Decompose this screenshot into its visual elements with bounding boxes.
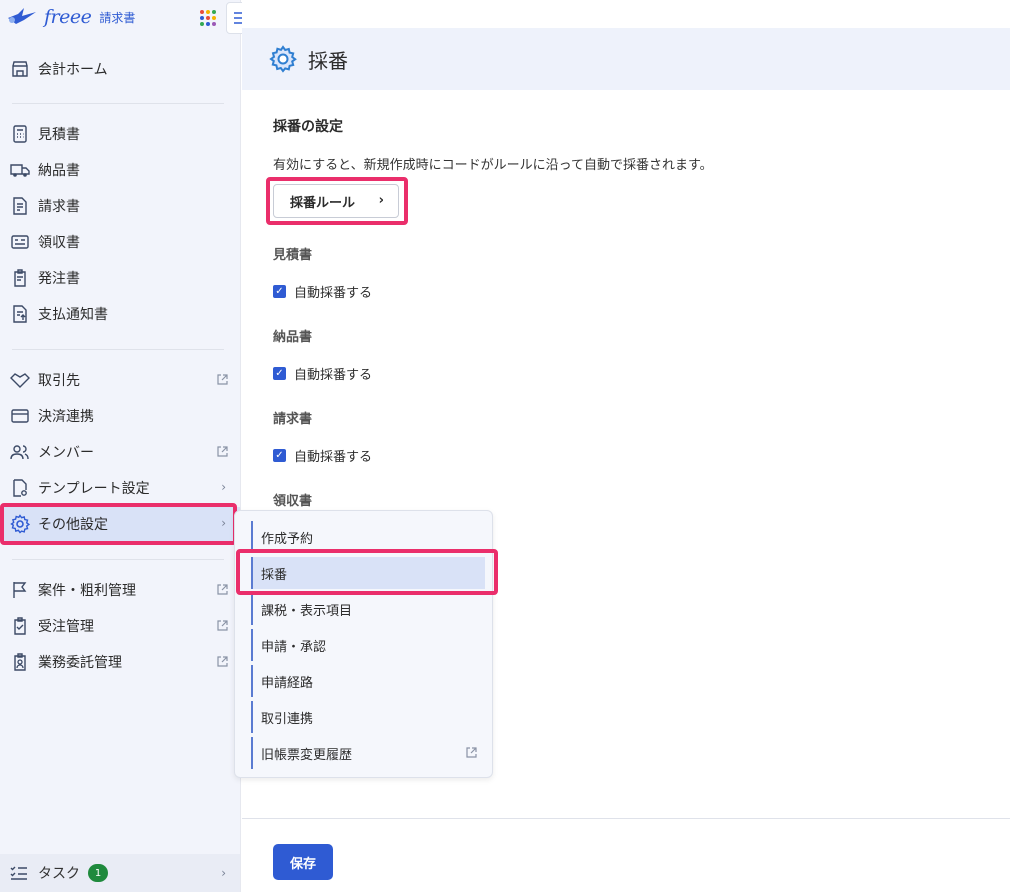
delivery-auto-number-checkbox[interactable]: ✓ 自動採番する: [273, 364, 372, 383]
sidebar-item-delivery[interactable]: 納品書: [0, 153, 240, 187]
divider: [12, 559, 224, 560]
highlight-box: [266, 177, 408, 225]
users-icon: [10, 442, 30, 462]
freee-bird-icon: [8, 8, 36, 24]
page-header: 採番: [242, 28, 1010, 90]
submenu-item-legacy-history[interactable]: 旧帳票変更履歴: [251, 737, 485, 769]
clipboard-check-icon: [10, 616, 30, 636]
submenu-item-label: 申請経路: [261, 675, 314, 691]
external-link-icon: [217, 620, 228, 631]
sidebar-item-receipt[interactable]: 領収書: [0, 225, 240, 259]
task-label: タスク: [38, 866, 80, 882]
product-name: 請求書: [99, 10, 136, 25]
sidebar-item-invoice[interactable]: 請求書: [0, 189, 240, 223]
checkbox-label: 自動採番する: [294, 450, 373, 465]
sidebar-item-payment-notice[interactable]: 支払通知書: [0, 297, 240, 331]
sidebar-item-order[interactable]: 発注書: [0, 261, 240, 295]
submenu-item-label: 課税・表示項目: [261, 603, 353, 619]
clipboard-user-icon: [10, 652, 30, 672]
document-gear-icon: [10, 478, 30, 498]
external-link-icon: [217, 584, 228, 595]
store-icon: [10, 59, 30, 79]
highlight-box: [236, 549, 498, 595]
brand-name: freee: [44, 6, 92, 28]
task-count-badge: 1: [88, 864, 108, 882]
external-link-icon: [217, 446, 228, 457]
save-button[interactable]: 保存: [273, 844, 333, 880]
sidebar-item-label: 取引先: [38, 373, 80, 389]
sidebar-item-label: 支払通知書: [38, 307, 108, 323]
page-title: 採番: [308, 48, 348, 73]
submenu-item-transaction-integration[interactable]: 取引連携: [251, 701, 485, 733]
sidebar-item-label: テンプレート設定: [38, 481, 150, 497]
sidebar-item-label: 領収書: [38, 235, 80, 251]
sidebar-item-template-settings[interactable]: テンプレート設定 ›: [0, 471, 240, 505]
chevron-right-icon: ›: [221, 480, 226, 494]
flag-icon: [10, 580, 30, 600]
sidebar-item-label: 請求書: [38, 199, 80, 215]
chevron-right-icon: ›: [221, 866, 226, 880]
sidebar-item-home[interactable]: 会計ホーム: [0, 52, 240, 86]
top-bar: [242, 0, 1010, 28]
task-list-icon: [10, 865, 30, 881]
sidebar-item-label: 発注書: [38, 271, 80, 287]
sidebar-item-label: 会計ホーム: [38, 62, 108, 78]
sidebar-item-payment-integration[interactable]: 決済連携: [0, 399, 240, 433]
invoice-icon: [10, 196, 30, 216]
section-title: 採番の設定: [273, 119, 343, 135]
sidebar-item-label: 受注管理: [38, 619, 94, 635]
checkbox-label: 自動採番する: [294, 368, 373, 383]
divider: [12, 349, 224, 350]
sidebar-item-partners[interactable]: 取引先: [0, 363, 240, 397]
sidebar-item-label: メンバー: [38, 445, 94, 461]
document-upload-icon: [10, 304, 30, 324]
submenu-item-approval[interactable]: 申請・承認: [251, 629, 485, 661]
section-description: 有効にすると、新規作成時にコードがルールに沿って自動で採番されます。: [273, 158, 713, 173]
sidebar-item-label: 納品書: [38, 163, 80, 179]
submenu-item-label: 申請・承認: [261, 639, 327, 655]
checkbox-label: 自動採番する: [294, 286, 373, 301]
calculator-icon: [10, 124, 30, 144]
sidebar-item-outsourcing[interactable]: 業務委託管理: [0, 645, 240, 679]
handshake-icon: [10, 370, 30, 390]
invoice-label: 請求書: [273, 412, 313, 427]
external-link-icon: [217, 374, 228, 385]
wallet-icon: [10, 406, 30, 426]
gear-icon: [269, 45, 297, 73]
checkbox-checked-icon: ✓: [273, 285, 286, 298]
truck-icon: [10, 160, 30, 180]
app-logo[interactable]: freee 請求書: [6, 6, 135, 28]
invoice-auto-number-checkbox[interactable]: ✓ 自動採番する: [273, 446, 372, 465]
external-link-icon: [466, 747, 477, 758]
app-switcher-icon[interactable]: [200, 10, 216, 26]
external-link-icon: [217, 656, 228, 667]
divider: [242, 818, 1010, 819]
delivery-label: 納品書: [273, 330, 313, 345]
sidebar-item-label: 業務委託管理: [38, 655, 122, 671]
sidebar-item-label: 見積書: [38, 127, 80, 143]
sidebar-item-members[interactable]: メンバー: [0, 435, 240, 469]
submenu-item-approval-route[interactable]: 申請経路: [251, 665, 485, 697]
submenu-item-tax-display[interactable]: 課税・表示項目: [251, 593, 485, 625]
clipboard-edit-icon: [10, 268, 30, 288]
submenu-item-label: 取引連携: [261, 711, 314, 727]
checkbox-checked-icon: ✓: [273, 449, 286, 462]
task-bar[interactable]: タスク 1 ›: [0, 854, 240, 892]
receipt-icon: [10, 232, 30, 252]
estimate-label: 見積書: [273, 248, 313, 263]
highlight-box: [0, 503, 237, 545]
app-header: freee 請求書: [0, 0, 258, 36]
checkbox-checked-icon: ✓: [273, 367, 286, 380]
sidebar-item-label: 決済連携: [38, 409, 94, 425]
sidebar-item-orders-received[interactable]: 受注管理: [0, 609, 240, 643]
estimate-auto-number-checkbox[interactable]: ✓ 自動採番する: [273, 282, 372, 301]
receipt-label: 領収書: [273, 494, 313, 509]
sidebar-item-projects[interactable]: 案件・粗利管理: [0, 573, 240, 607]
submenu-item-label: 旧帳票変更履歴: [261, 747, 353, 763]
submenu-item-label: 作成予約: [261, 531, 314, 547]
divider: [12, 103, 224, 104]
sidebar-item-estimate[interactable]: 見積書: [0, 117, 240, 151]
sidebar-item-label: 案件・粗利管理: [38, 583, 136, 599]
